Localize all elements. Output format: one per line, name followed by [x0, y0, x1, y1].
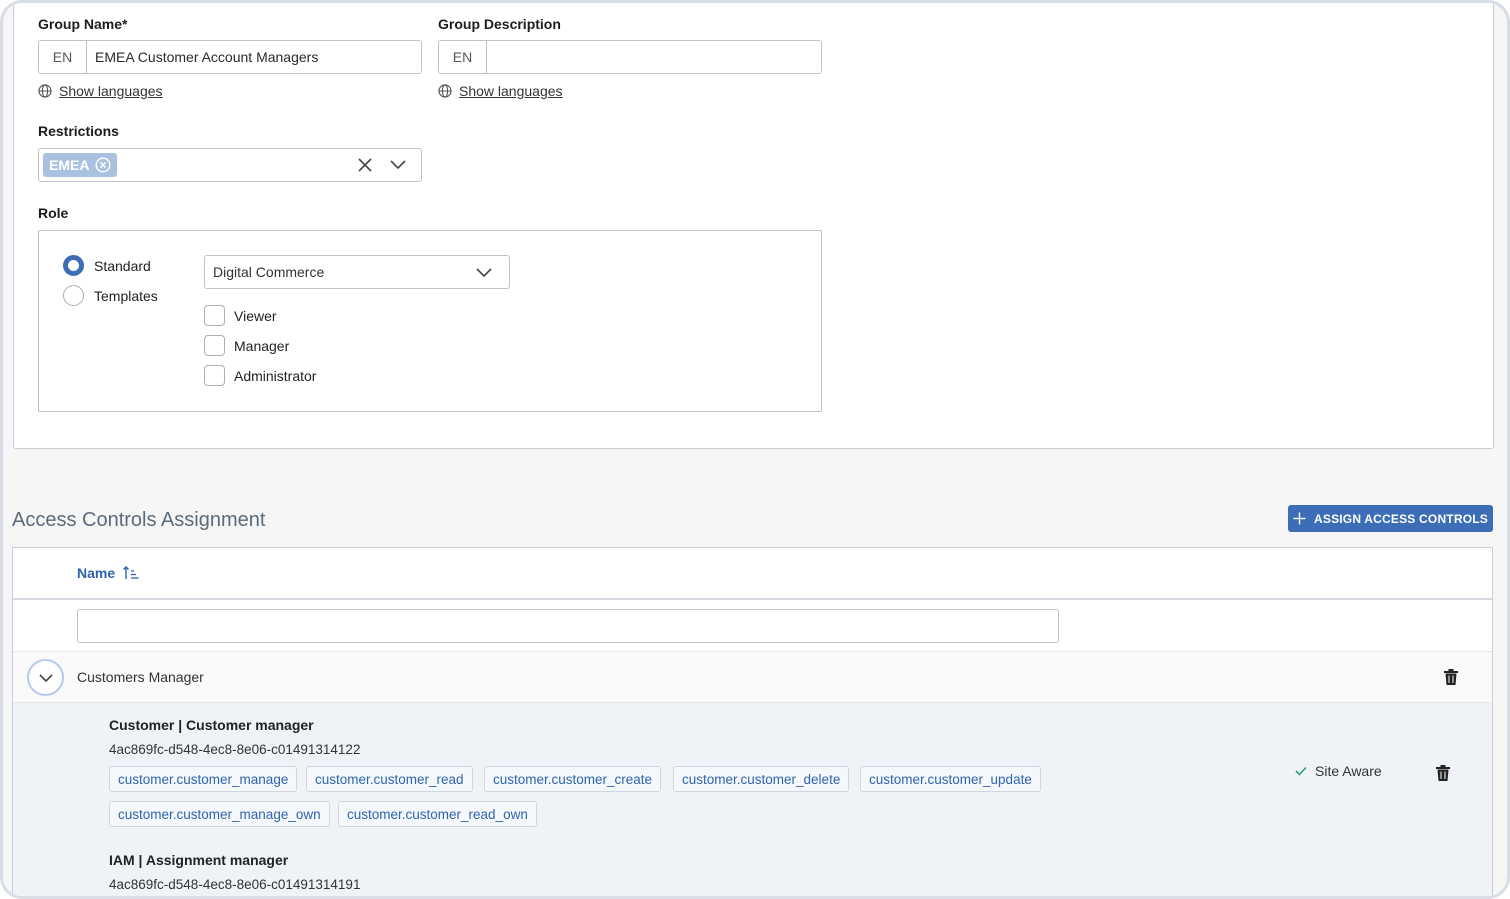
expanded-detail: Customer | Customer manager 4ac869fc-d54…	[13, 703, 1492, 896]
checkbox-administrator-label: Administrator	[234, 367, 317, 384]
remove-chip-icon[interactable]	[95, 157, 111, 173]
group-description-input[interactable]	[487, 41, 821, 73]
access-controls-title: Access Controls Assignment	[12, 509, 266, 531]
role-box: Standard Templates Digital Commerce View…	[38, 230, 822, 412]
table-row[interactable]: Customers Manager	[13, 652, 1492, 703]
app-frame: Group Name* EN EMEA Customer Account Man…	[0, 0, 1510, 899]
chevron-down-icon	[476, 268, 492, 278]
permission-tag: customer.customer_read	[306, 766, 473, 792]
role-category-select[interactable]: Digital Commerce	[204, 255, 510, 289]
group-name-label: Group Name*	[38, 16, 128, 32]
restrictions-label: Restrictions	[38, 123, 119, 139]
group-name-input[interactable]: EMEA Customer Account Managers	[87, 41, 421, 73]
access-control-title: Customer | Customer manager	[109, 717, 314, 733]
globe-icon	[438, 84, 452, 98]
group-description-lang: EN	[439, 41, 487, 73]
checkbox-manager[interactable]: Manager	[204, 335, 289, 356]
radio-standard-label: Standard	[94, 257, 151, 274]
filter-row	[13, 601, 1492, 652]
group-name-field[interactable]: EN EMEA Customer Account Managers	[38, 40, 422, 74]
role-label: Role	[38, 205, 69, 221]
site-aware-indicator: Site Aware	[1295, 763, 1382, 779]
group-form-card: Group Name* EN EMEA Customer Account Man…	[13, 3, 1494, 449]
checkbox-viewer-control[interactable]	[204, 305, 225, 326]
access-control-id: 4ac869fc-d548-4ec8-8e06-c01491314122	[109, 742, 361, 757]
name-column-label: Name	[77, 565, 116, 581]
show-languages-link[interactable]: Show languages	[59, 83, 163, 99]
checkbox-manager-control[interactable]	[204, 335, 225, 356]
access-control-title: IAM | Assignment manager	[109, 852, 289, 868]
check-icon	[1295, 766, 1307, 776]
radio-templates-control[interactable]	[63, 285, 84, 306]
site-aware-label: Site Aware	[1315, 763, 1382, 779]
assign-access-controls-button[interactable]: ASSIGN ACCESS CONTROLS	[1288, 505, 1493, 532]
group-description-label: Group Description	[438, 16, 561, 32]
checkbox-administrator[interactable]: Administrator	[204, 365, 316, 386]
table-header: Name	[13, 548, 1492, 600]
permission-tag: customer.customer_manage	[109, 766, 298, 792]
trash-icon[interactable]	[1436, 765, 1450, 781]
chevron-down-icon	[38, 673, 53, 682]
restrictions-multiselect[interactable]: EMEA	[38, 148, 422, 182]
group-description-field[interactable]: EN	[438, 40, 822, 74]
access-controls-table: Name Customers Manager Customer | Custom…	[12, 547, 1493, 896]
chevron-down-icon[interactable]	[389, 157, 407, 173]
radio-templates[interactable]: Templates	[63, 285, 158, 306]
sort-ascending-icon[interactable]	[123, 566, 139, 580]
permission-tag: customer.customer_read_own	[338, 801, 537, 827]
permission-tag: customer.customer_update	[860, 766, 1041, 792]
group-name-show-languages[interactable]: Show languages	[38, 83, 163, 99]
checkbox-administrator-control[interactable]	[204, 365, 225, 386]
restriction-chip[interactable]: EMEA	[43, 153, 118, 177]
checkbox-manager-label: Manager	[234, 337, 290, 354]
clear-icon[interactable]	[357, 157, 373, 173]
permission-tag: customer.customer_delete	[673, 766, 850, 792]
restriction-chip-label: EMEA	[49, 157, 90, 173]
trash-icon[interactable]	[1444, 669, 1458, 685]
show-languages-link[interactable]: Show languages	[459, 83, 563, 99]
group-name-lang: EN	[39, 41, 87, 73]
expand-row-button[interactable]	[27, 659, 64, 696]
assign-access-controls-label: ASSIGN ACCESS CONTROLS	[1314, 511, 1488, 526]
radio-standard-control[interactable]	[63, 255, 84, 276]
group-row-name: Customers Manager	[77, 669, 204, 685]
name-filter-input[interactable]	[77, 609, 1059, 643]
plus-icon	[1293, 512, 1306, 525]
radio-standard[interactable]: Standard	[63, 255, 151, 276]
permission-tag: customer.customer_create	[484, 766, 662, 792]
role-category-value: Digital Commerce	[213, 264, 325, 280]
access-control-id: 4ac869fc-d548-4ec8-8e06-c01491314191	[109, 877, 361, 892]
checkbox-viewer[interactable]: Viewer	[204, 305, 277, 326]
globe-icon	[38, 84, 52, 98]
permission-tag: customer.customer_manage_own	[109, 801, 330, 827]
name-column-header[interactable]: Name	[77, 565, 139, 581]
checkbox-viewer-label: Viewer	[234, 307, 277, 324]
radio-templates-label: Templates	[94, 287, 158, 304]
group-description-show-languages[interactable]: Show languages	[438, 83, 563, 99]
